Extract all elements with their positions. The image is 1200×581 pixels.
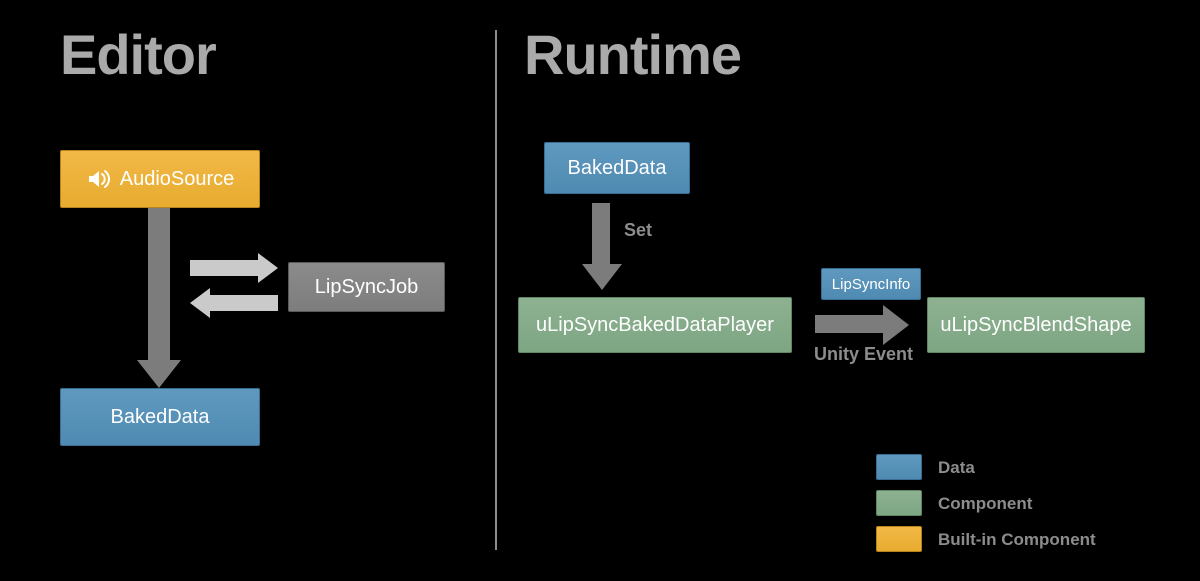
legend-swatch-component — [876, 490, 922, 516]
speaker-icon — [86, 166, 112, 192]
legend-label-component: Component — [938, 494, 1032, 514]
audiosource-label: AudioSource — [120, 168, 235, 191]
arrow-bakeddata-to-player — [592, 203, 610, 268]
arrow-player-to-blendshape — [815, 315, 887, 333]
audiosource-box: AudioSource — [60, 150, 260, 208]
lipsyncinfo-tag: LipSyncInfo — [821, 268, 921, 300]
legend-label-data: Data — [938, 458, 975, 478]
blendshape-box: uLipSyncBlendShape — [927, 297, 1145, 353]
edge-label-set: Set — [624, 220, 652, 241]
player-box: uLipSyncBakedDataPlayer — [518, 297, 792, 353]
editor-heading: Editor — [60, 22, 216, 87]
legend-swatch-builtin — [876, 526, 922, 552]
legend-label-builtin: Built-in Component — [938, 530, 1096, 550]
editor-bakeddata-box: BakedData — [60, 388, 260, 446]
legend-swatch-data — [876, 454, 922, 480]
runtime-bakeddata-box: BakedData — [544, 142, 690, 194]
runtime-heading: Runtime — [524, 22, 741, 87]
section-divider — [495, 30, 497, 550]
arrow-audiosource-to-bakeddata — [148, 208, 170, 364]
lipsyncjob-box: LipSyncJob — [288, 262, 445, 312]
edge-label-unityevent: Unity Event — [814, 344, 913, 365]
